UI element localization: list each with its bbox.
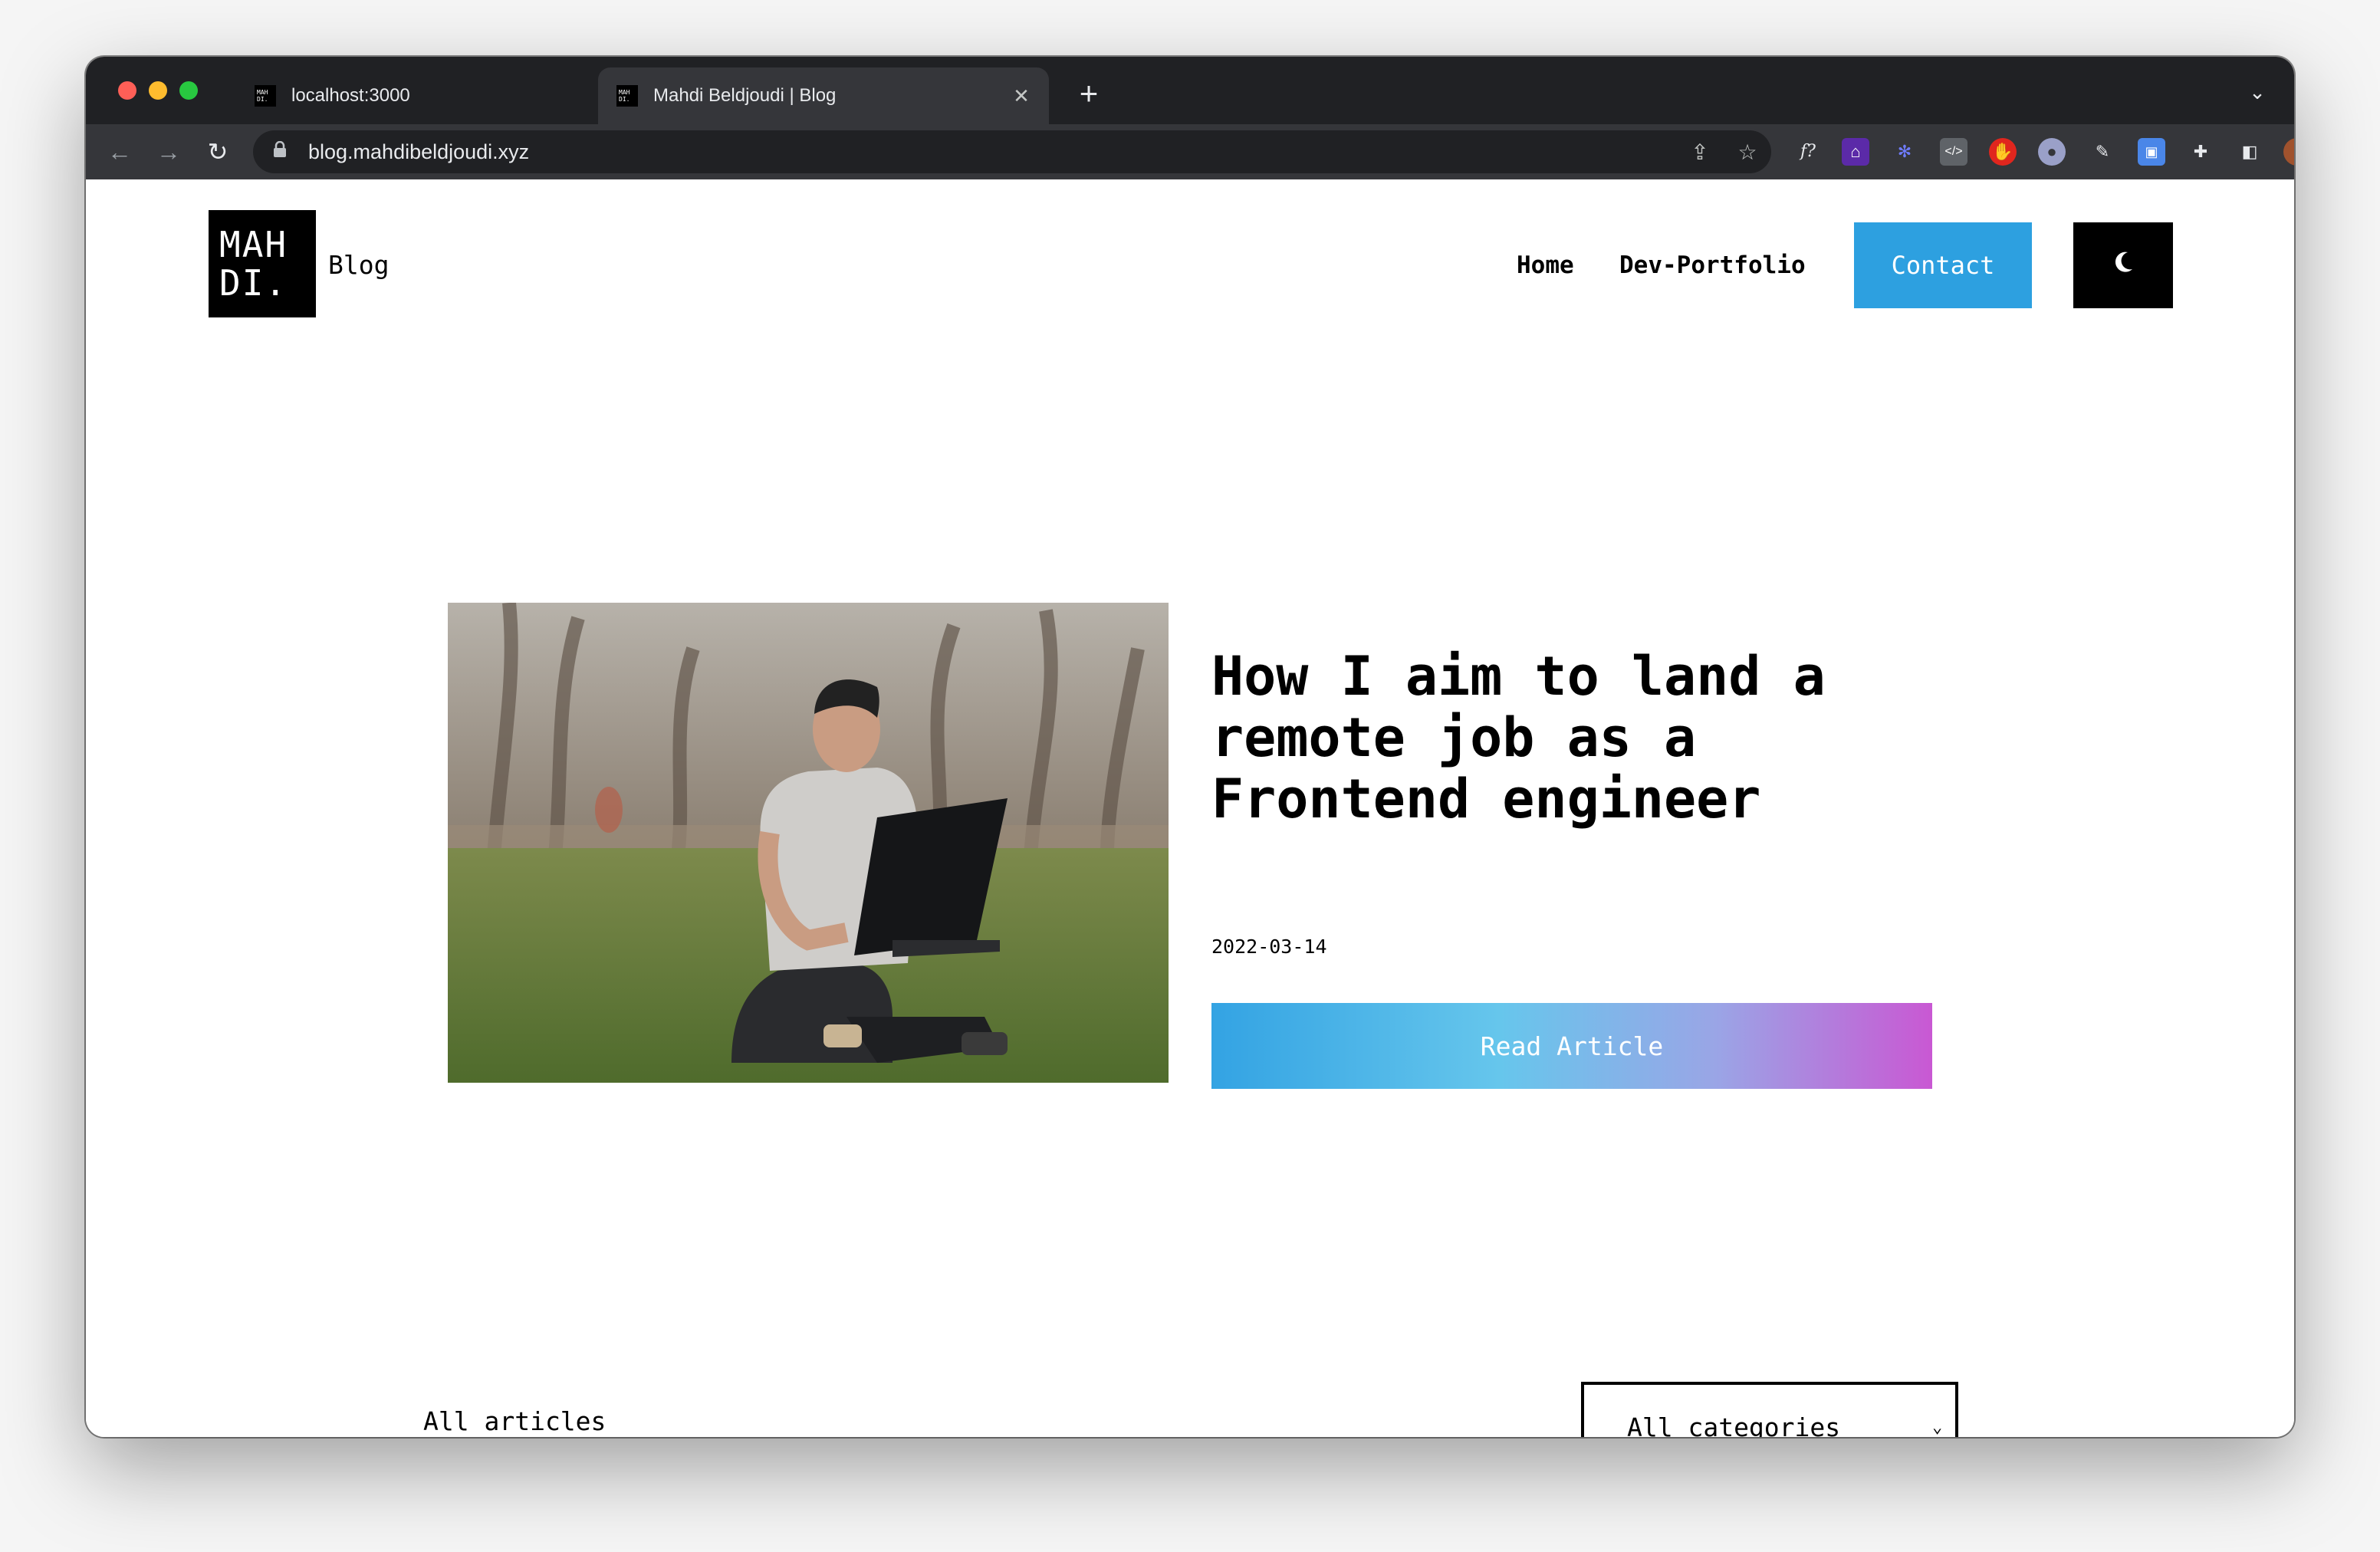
category-select[interactable]: All categories ⌄ bbox=[1581, 1382, 1958, 1437]
all-articles-tab[interactable]: All articles bbox=[423, 1406, 606, 1437]
address-url[interactable]: blog.mahdibeldjoudi.xyz bbox=[308, 140, 1676, 164]
font-detect-extension-icon[interactable]: f? bbox=[1794, 138, 1822, 166]
code-extension-icon[interactable]: </> bbox=[1940, 138, 1967, 166]
lock-icon bbox=[273, 140, 290, 163]
eyedropper-extension-icon[interactable]: ✎ bbox=[2089, 138, 2116, 166]
close-tab-icon[interactable]: ✕ bbox=[1006, 84, 1037, 108]
nav-portfolio-link[interactable]: Dev-Portfolio bbox=[1619, 252, 1806, 279]
tab-title: Mahdi Beldjoudi | Blog bbox=[653, 85, 837, 106]
logo-line-2: DI. bbox=[219, 262, 288, 304]
mahdi-logo-icon: MAH DI. bbox=[616, 85, 638, 107]
tab-extension-icon[interactable]: ▣ bbox=[2138, 138, 2165, 166]
side-panel-icon[interactable]: ◧ bbox=[2236, 138, 2263, 166]
blog-label: Blog bbox=[328, 250, 390, 280]
moon-icon bbox=[2112, 251, 2134, 281]
profile-avatar[interactable] bbox=[2283, 138, 2294, 166]
reload-icon[interactable]: ↻ bbox=[199, 133, 236, 170]
browser-toolbar: ← → ↻ blog.mahdibeldjoudi.xyz ⇪ ☆ f? ⌂ ✻… bbox=[86, 124, 2294, 179]
tab-title: localhost:3000 bbox=[291, 85, 410, 106]
logo-line-1: MAH bbox=[219, 224, 288, 265]
forward-arrow-icon[interactable]: → bbox=[150, 133, 187, 170]
close-window-button[interactable] bbox=[118, 81, 136, 100]
tab-search-chevron-icon[interactable]: ⌄ bbox=[2242, 77, 2273, 107]
read-article-button[interactable]: Read Article bbox=[1211, 1003, 1932, 1089]
tab-blog[interactable]: MAH DI. Mahdi Beldjoudi | Blog ✕ bbox=[598, 67, 1049, 124]
puzzle-extensions-icon[interactable]: ✚ bbox=[2187, 138, 2214, 166]
featured-article-image[interactable] bbox=[448, 603, 1169, 1083]
browser-window: MAHDI. localhost:3000 ✕ MAHDI. Mahdi Bel… bbox=[86, 57, 2294, 1437]
category-select-value: All categories bbox=[1627, 1412, 1841, 1438]
chevron-down-icon: ⌄ bbox=[1932, 1417, 1943, 1437]
new-tab-button[interactable]: + bbox=[1069, 74, 1109, 113]
react-extension-icon[interactable]: ✻ bbox=[1891, 138, 1918, 166]
record-extension-icon[interactable]: ● bbox=[2038, 138, 2066, 166]
bookmark-star-icon[interactable]: ☆ bbox=[1724, 140, 1771, 165]
share-icon[interactable]: ⇪ bbox=[1676, 140, 1724, 165]
stop-hand-extension-icon[interactable]: ✋ bbox=[1989, 138, 2017, 166]
mahdi-logo-icon: MAH DI. bbox=[255, 85, 276, 107]
theme-toggle-button[interactable] bbox=[2073, 222, 2173, 308]
featured-article-title[interactable]: How I aim to land a remote job as a Fron… bbox=[1211, 646, 1948, 830]
graduation-cap-extension-icon[interactable]: ⌂ bbox=[1842, 138, 1869, 166]
nav-home-link[interactable]: Home bbox=[1517, 252, 1574, 279]
web-page: MAH DI. Blog Home Dev-Portfolio Contact bbox=[86, 179, 2294, 1437]
tab-strip: MAHDI. localhost:3000 ✕ MAHDI. Mahdi Bel… bbox=[86, 57, 2294, 124]
site-logo[interactable]: MAH DI. bbox=[209, 210, 316, 317]
address-bar[interactable]: blog.mahdibeldjoudi.xyz ⇪ ☆ bbox=[253, 130, 1771, 173]
featured-article-date: 2022-03-14 bbox=[1211, 935, 1327, 958]
maximize-window-button[interactable] bbox=[179, 81, 198, 100]
contact-button[interactable]: Contact bbox=[1854, 222, 2032, 308]
minimize-window-button[interactable] bbox=[149, 81, 167, 100]
back-arrow-icon[interactable]: ← bbox=[101, 133, 138, 170]
